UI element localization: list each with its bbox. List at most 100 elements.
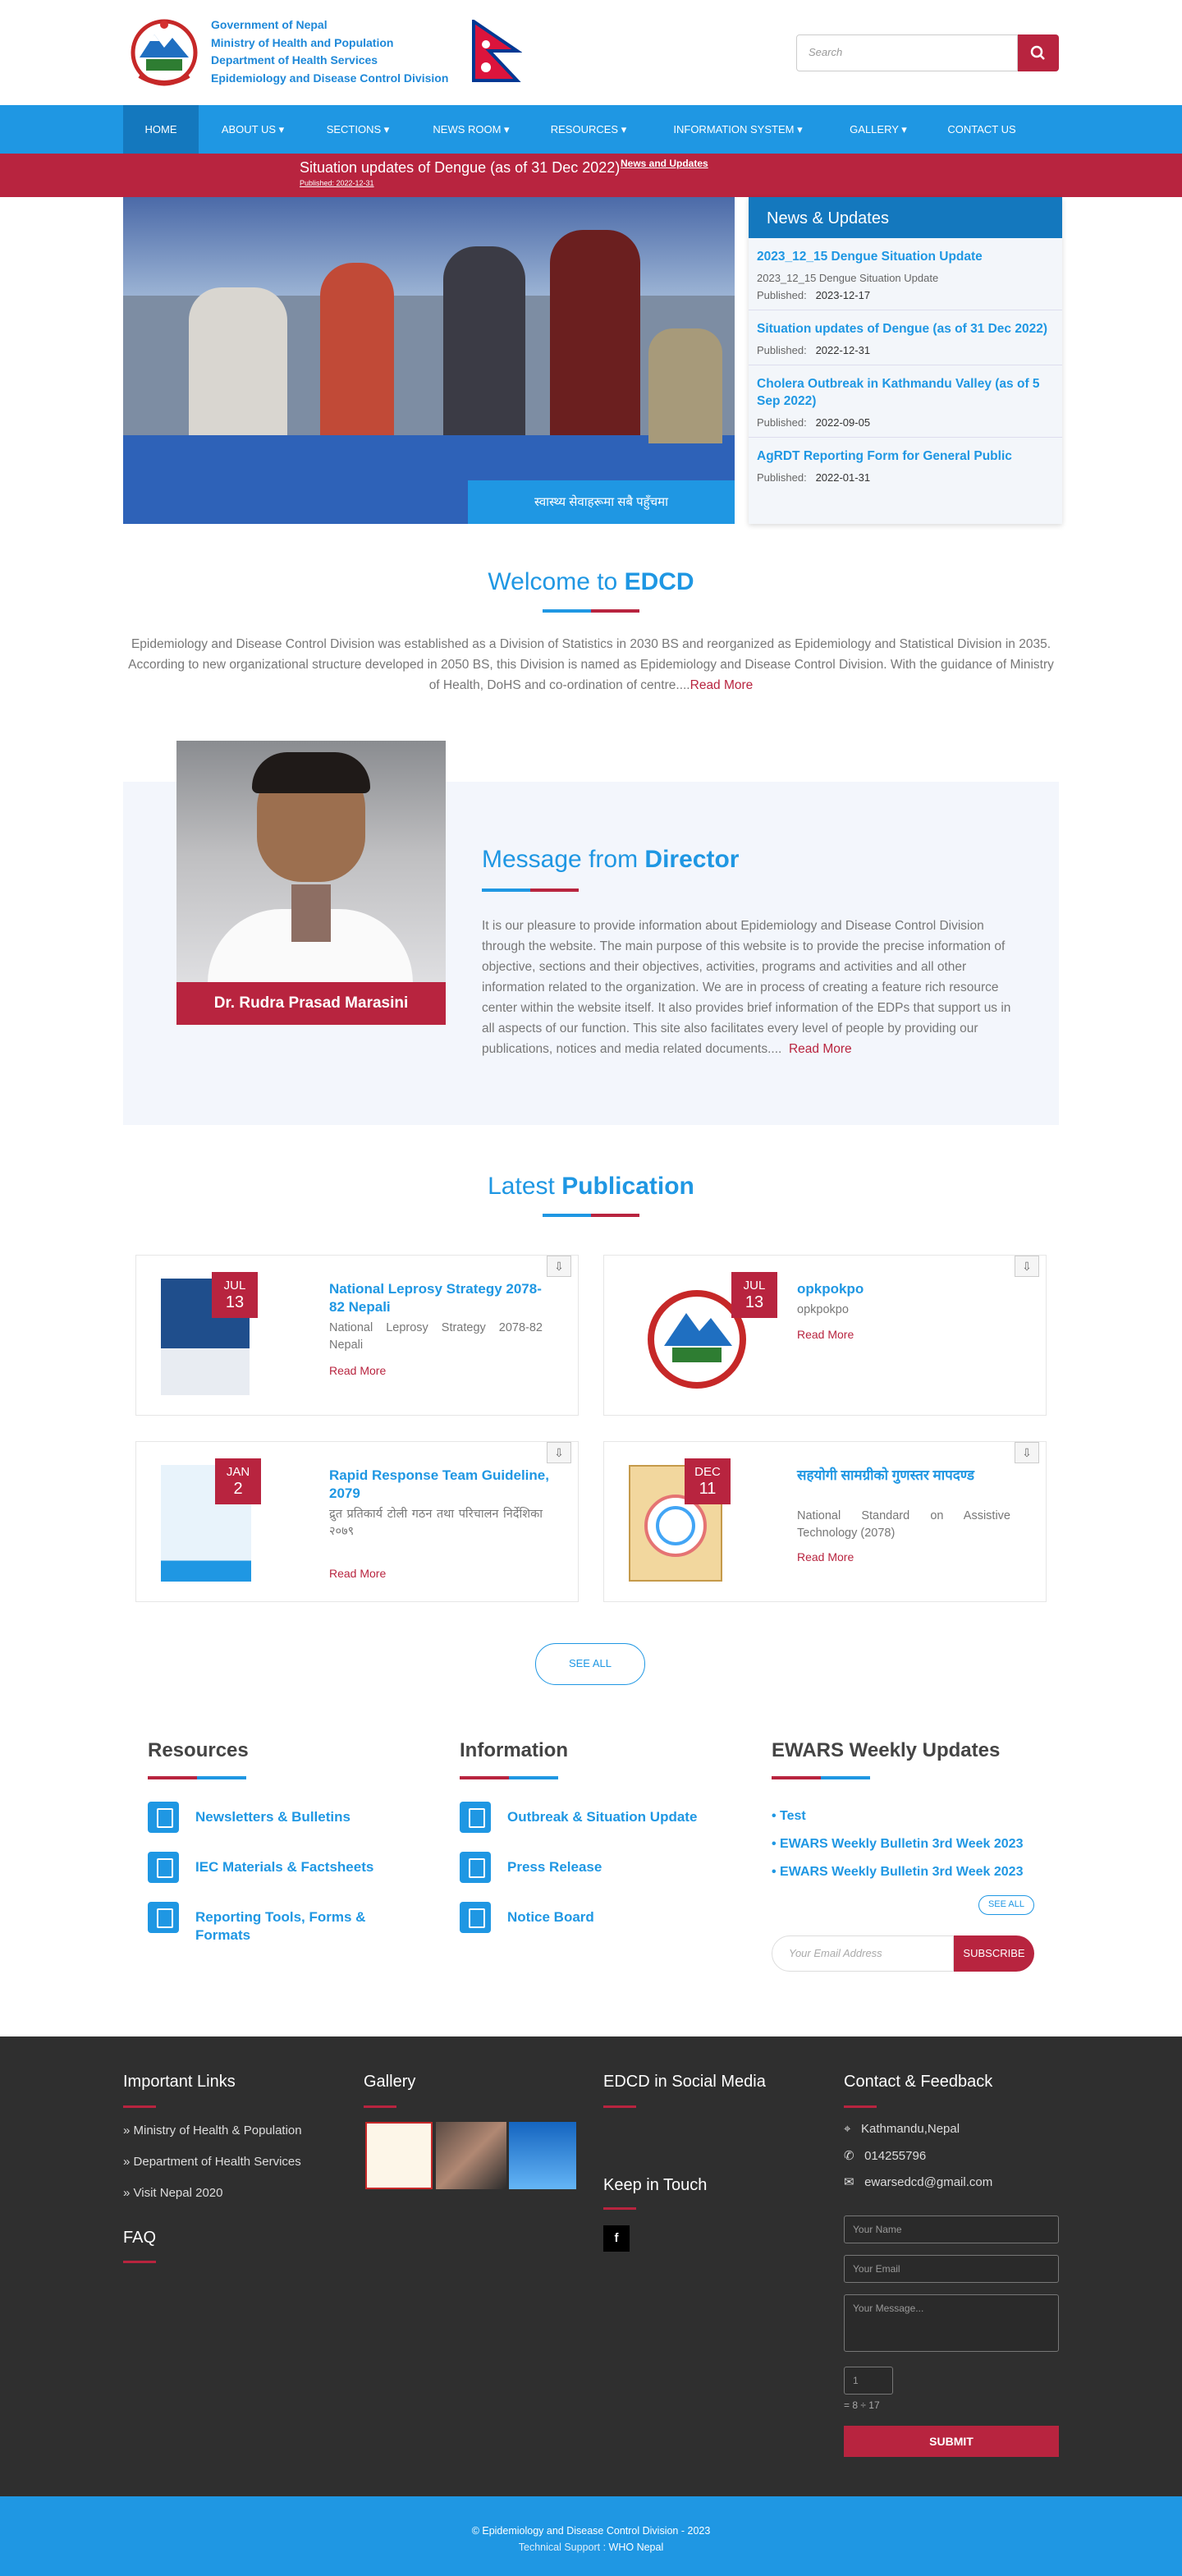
download-icon[interactable]: ⇩	[547, 1256, 571, 1277]
resources-underline	[148, 1776, 246, 1779]
news-item-date: Published: 2022-01-31	[757, 471, 871, 484]
information-link[interactable]: Notice Board	[507, 1908, 721, 1926]
publication-card[interactable]: JUL 13 opkpokpo opkpokpo Read More ⇩	[603, 1255, 1047, 1416]
nav-news-room[interactable]: NEWS ROOM ▾	[422, 105, 520, 154]
ewars-underline	[772, 1776, 870, 1779]
news-item-title[interactable]: Cholera Outbreak in Kathmandu Valley (as…	[757, 375, 1054, 410]
news-ticker: Situation updates of Dengue (as of 31 De…	[0, 154, 1182, 197]
facebook-icon[interactable]: f	[603, 2225, 630, 2252]
welcome-read-more[interactable]: Read More	[690, 678, 754, 692]
contact-email-input[interactable]: Your Email	[844, 2255, 1059, 2283]
news-item-title[interactable]: AgRDT Reporting Form for General Public	[757, 448, 1054, 465]
news-item-date: Published: 2022-09-05	[757, 416, 871, 429]
faq-title[interactable]: FAQ	[123, 2229, 156, 2248]
publication-read-more[interactable]: Read More	[329, 1364, 386, 1377]
publication-title-link[interactable]: सहयोगी सामग्रीको गुणस्तर मापदण्ड	[797, 1467, 1010, 1485]
welcome-text: Epidemiology and Disease Control Divisio…	[128, 637, 1054, 692]
subscribe-button[interactable]: SUBSCRIBE	[954, 1935, 1034, 1972]
document-icon	[148, 1902, 179, 1933]
footer-underline	[123, 2261, 156, 2263]
slider-caption: स्वास्थ्य सेवाहरूमा सबै पहुँचमा	[468, 480, 735, 524]
ewars-item[interactable]: • EWARS Weekly Bulletin 3rd Week 2023	[772, 1865, 1023, 1880]
mail-icon: ✉	[844, 2175, 854, 2189]
document-icon	[460, 1802, 491, 1833]
nav-sections[interactable]: SECTIONS ▾	[317, 105, 399, 154]
director-message: It is our pleasure to provide informatio…	[482, 919, 1011, 1056]
footer-link[interactable]: » Visit Nepal 2020	[123, 2186, 222, 2200]
publication-title-link[interactable]: opkpokpo	[797, 1280, 1010, 1298]
nav-about-us[interactable]: ABOUT US ▾	[212, 105, 294, 154]
resources-title: Resources	[148, 1739, 249, 1761]
search-input[interactable]: Search	[796, 34, 1018, 71]
download-icon[interactable]: ⇩	[547, 1442, 571, 1463]
contact-title: Contact & Feedback	[844, 2073, 993, 2091]
news-item-date: Published: 2022-12-31	[757, 344, 871, 356]
document-icon	[148, 1802, 179, 1833]
publication-read-more[interactable]: Read More	[797, 1550, 854, 1564]
gallery-thumb[interactable]	[365, 2122, 433, 2189]
nav-resources[interactable]: RESOURCES ▾	[543, 105, 634, 154]
social-title: EDCD in Social Media	[603, 2073, 766, 2091]
gallery-thumb[interactable]	[436, 2122, 506, 2189]
org-line: Department of Health Services	[211, 53, 378, 67]
footer-underline	[123, 2105, 156, 2108]
contact-submit-button[interactable]: SUBMIT	[844, 2426, 1059, 2457]
contact-name-input[interactable]: Your Name	[844, 2216, 1059, 2243]
news-item-title[interactable]: Situation updates of Dengue (as of 31 De…	[757, 320, 1054, 337]
download-icon[interactable]: ⇩	[1015, 1442, 1039, 1463]
welcome-title: Welcome to EDCD	[488, 568, 694, 595]
document-icon	[148, 1852, 179, 1883]
publication-card[interactable]: DEC 11 सहयोगी सामग्रीको गुणस्तर मापदण्ड N…	[603, 1441, 1047, 1602]
see-all-publications-button[interactable]: SEE ALL	[535, 1643, 645, 1685]
ticker-date: Published: 2022-12-31	[300, 179, 374, 187]
news-item-title[interactable]: 2023_12_15 Dengue Situation Update	[757, 248, 1054, 265]
information-title: Information	[460, 1739, 568, 1761]
nav-home[interactable]: HOME	[123, 105, 199, 154]
hero-slider-image[interactable]	[123, 197, 735, 524]
publication-underline	[543, 1214, 639, 1217]
resource-link[interactable]: Reporting Tools, Forms & Formats	[195, 1908, 392, 1945]
ewars-item[interactable]: • EWARS Weekly Bulletin 3rd Week 2023	[772, 1837, 1023, 1852]
captcha-input[interactable]: 1	[844, 2367, 893, 2395]
footer-link[interactable]: » Ministry of Health & Population	[123, 2124, 302, 2137]
newsletter-email-input[interactable]: Your Email Address	[772, 1935, 954, 1972]
publication-card[interactable]: JUL 13 National Leprosy Strategy 2078-82 …	[135, 1255, 579, 1416]
ticker-title[interactable]: Situation updates of Dengue (as of 31 De…	[300, 159, 620, 177]
main-nav: HOME ABOUT US ▾ SECTIONS ▾ NEWS ROOM ▾ R…	[0, 105, 1182, 154]
publication-read-more[interactable]: Read More	[797, 1328, 854, 1341]
resource-link[interactable]: Newsletters & Bulletins	[195, 1808, 392, 1826]
ewars-see-all-button[interactable]: SEE ALL	[978, 1895, 1034, 1915]
publication-desc: opkpokpo	[797, 1303, 849, 1316]
publication-title-link[interactable]: Rapid Response Team Guideline, 2079	[329, 1467, 551, 1503]
nav-information-system[interactable]: INFORMATION SYSTEM ▾	[660, 105, 816, 154]
footer-link[interactable]: » Department of Health Services	[123, 2155, 301, 2169]
ewars-item[interactable]: • Test	[772, 1809, 806, 1824]
news-item[interactable]: Cholera Outbreak in Kathmandu Valley (as…	[749, 365, 1062, 438]
publication-read-more[interactable]: Read More	[329, 1567, 386, 1580]
news-item[interactable]: Situation updates of Dengue (as of 31 De…	[749, 310, 1062, 365]
news-item[interactable]: 2023_12_15 Dengue Situation Update 2023_…	[749, 238, 1062, 310]
information-link[interactable]: Outbreak & Situation Update	[507, 1808, 721, 1826]
news-item[interactable]: AgRDT Reporting Form for General Public …	[749, 438, 1062, 492]
ticker-link[interactable]: News and Updates	[621, 158, 708, 169]
news-item-desc: 2023_12_15 Dengue Situation Update	[757, 272, 939, 284]
document-icon	[460, 1852, 491, 1883]
download-icon[interactable]: ⇩	[1015, 1256, 1039, 1277]
gallery-thumb[interactable]	[509, 2122, 576, 2189]
information-link[interactable]: Press Release	[507, 1858, 721, 1876]
resource-link[interactable]: IEC Materials & Factsheets	[195, 1858, 392, 1876]
nav-contact-us[interactable]: CONTACT US	[941, 105, 1023, 154]
welcome-underline	[543, 609, 639, 613]
nav-gallery[interactable]: GALLERY ▾	[837, 105, 919, 154]
nepal-emblem-logo[interactable]	[123, 16, 205, 86]
location-icon: ⌖	[844, 2122, 851, 2136]
publication-title-link[interactable]: National Leprosy Strategy 2078-82 Nepali	[329, 1280, 543, 1316]
contact-message-input[interactable]: Your Message...	[844, 2294, 1059, 2352]
director-read-more[interactable]: Read More	[789, 1042, 852, 1056]
nepal-flag	[471, 18, 523, 82]
publication-card[interactable]: JAN 2 Rapid Response Team Guideline, 2079…	[135, 1441, 579, 1602]
who-nepal-link[interactable]: WHO Nepal	[609, 2542, 664, 2553]
publication-desc: National Standard on Assistive Technolog…	[797, 1509, 1010, 1540]
search-button[interactable]	[1018, 34, 1059, 71]
news-heading: News & Updates	[749, 197, 1062, 238]
